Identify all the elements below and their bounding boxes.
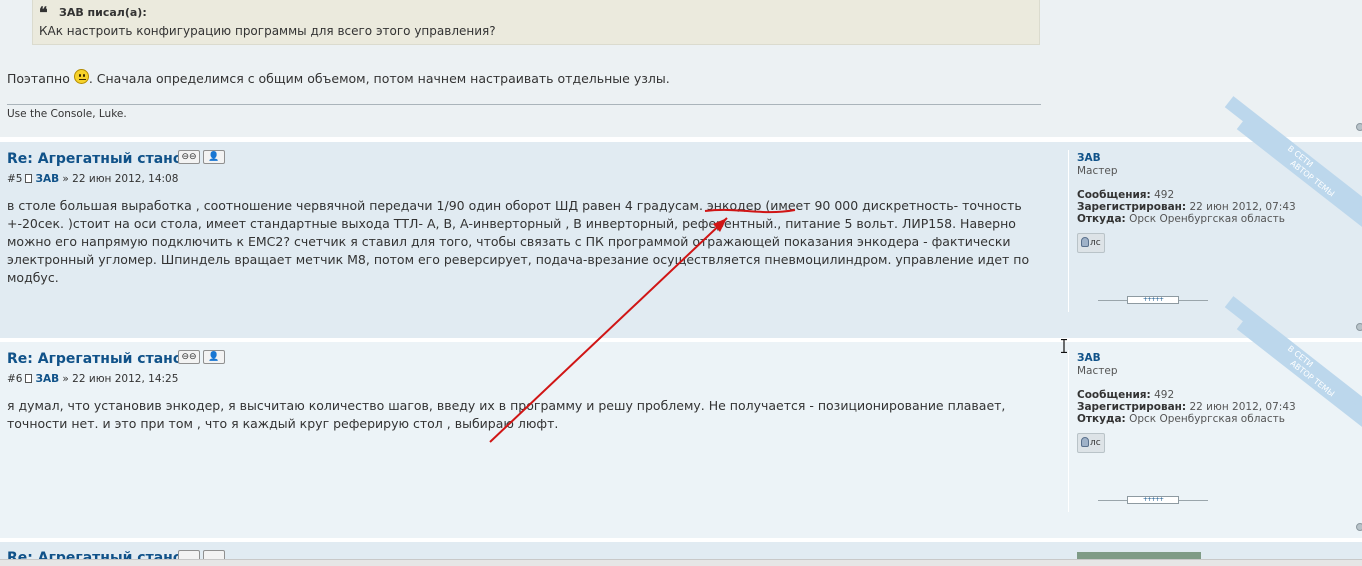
annotation-arrow bbox=[489, 208, 796, 443]
